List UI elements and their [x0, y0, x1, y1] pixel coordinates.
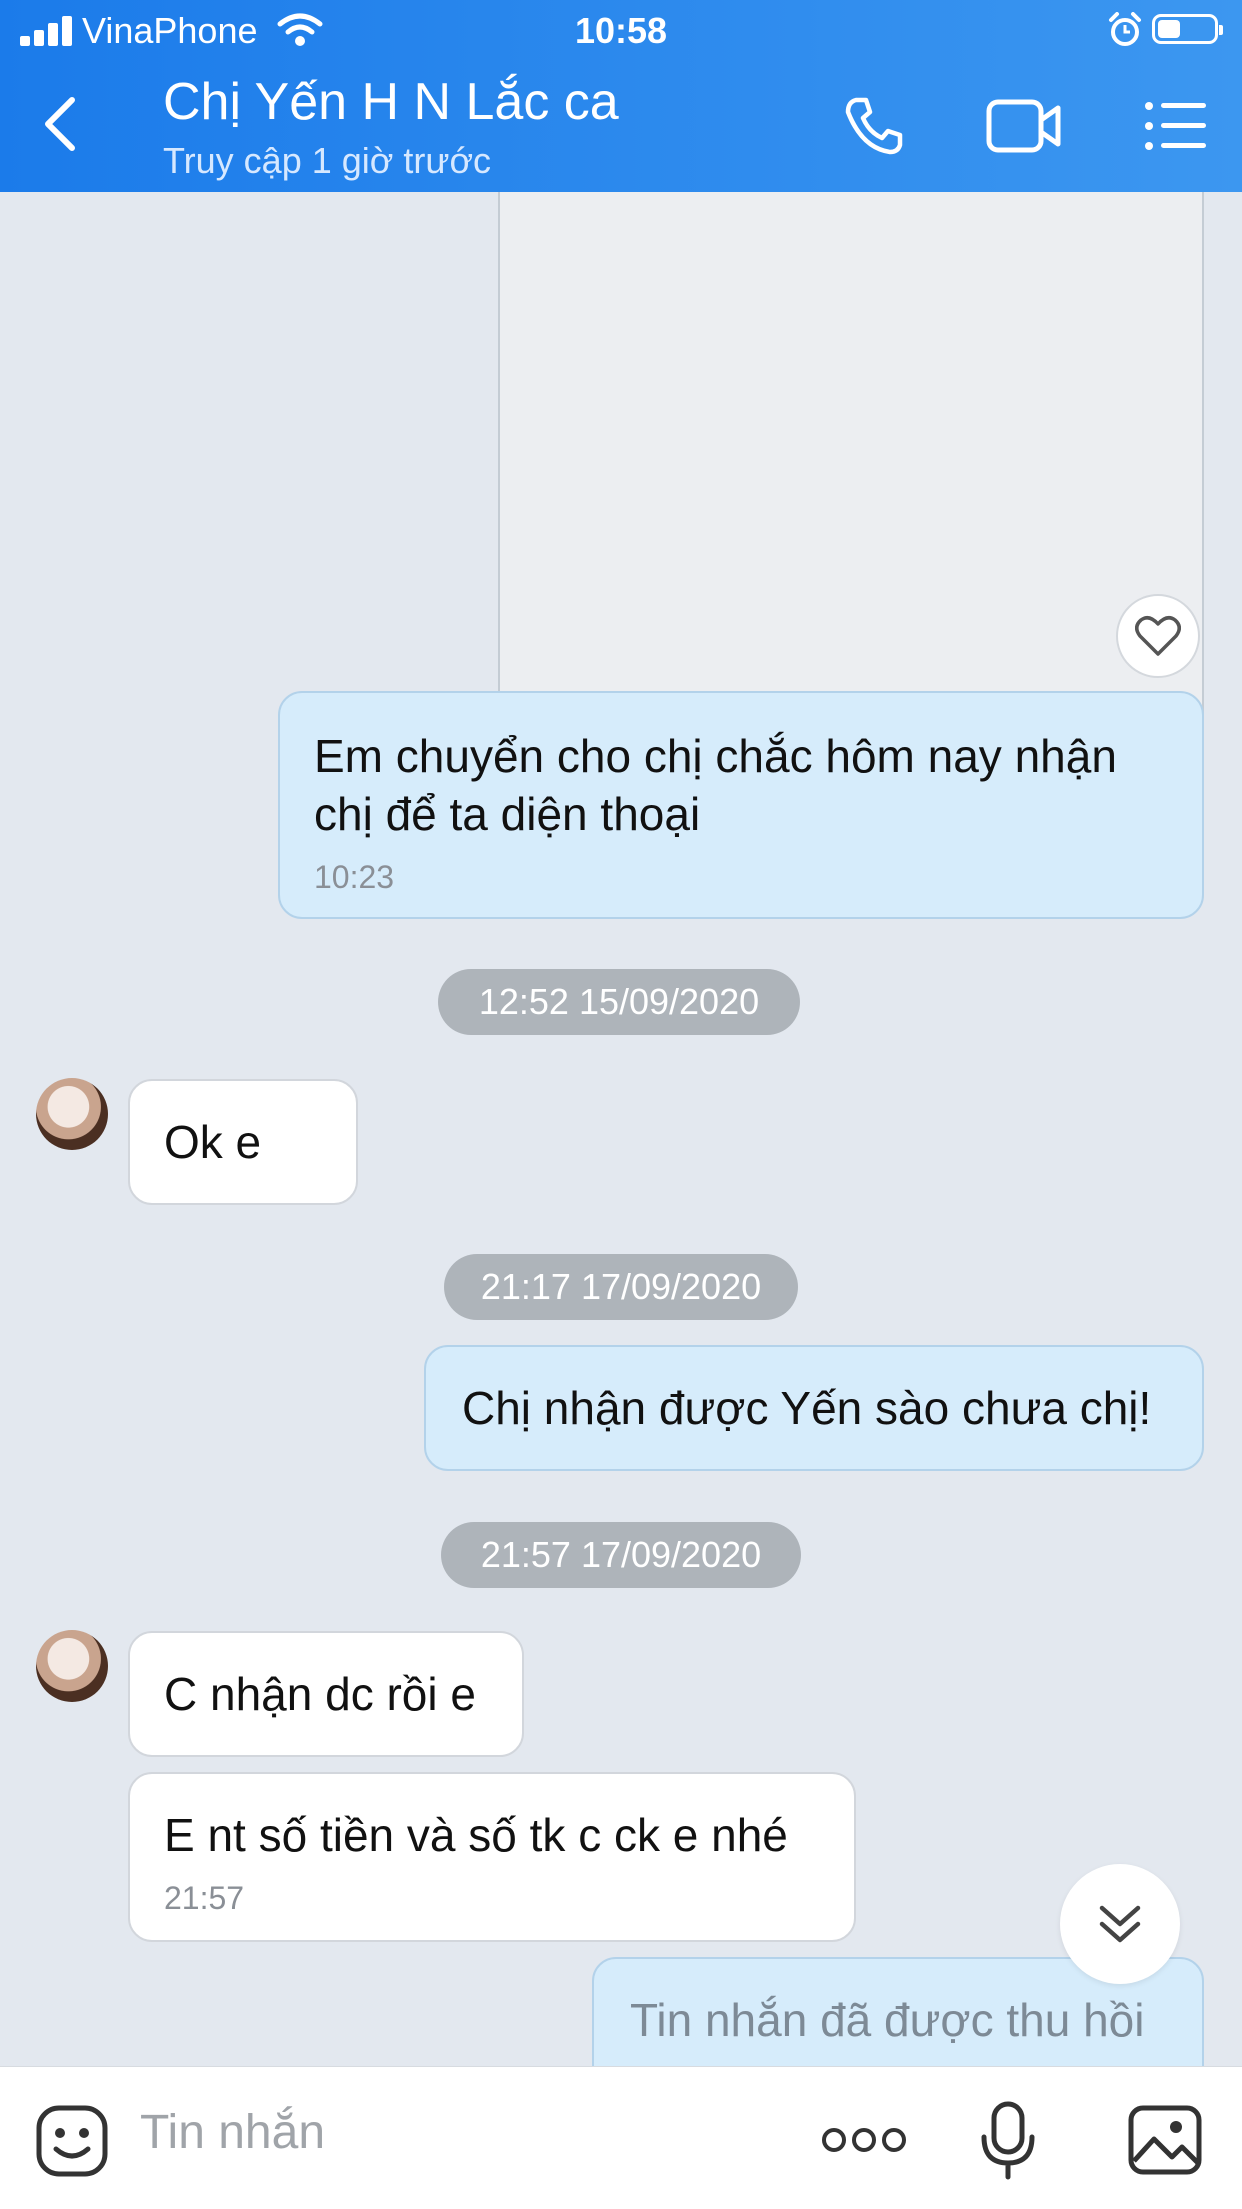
message-text: Em chuyển cho chị chắc hôm nay nhận chị … [314, 730, 1117, 840]
heart-icon[interactable] [1116, 594, 1200, 678]
avatar[interactable] [36, 1630, 108, 1702]
back-icon[interactable] [40, 96, 80, 152]
video-icon[interactable] [986, 96, 1062, 156]
battery-icon [1152, 14, 1223, 44]
phone-icon[interactable] [842, 94, 906, 158]
avatar[interactable] [36, 1078, 108, 1150]
last-active-status: Truy cập 1 giờ trước [163, 140, 492, 181]
status-time: 10:58 [574, 10, 668, 51]
menu-icon[interactable] [1144, 100, 1208, 152]
image-icon[interactable] [1128, 2105, 1202, 2175]
message-time: 21:57 [164, 1880, 245, 1916]
chat-header: VinaPhone 10:58 Chị Yến H N Lắc ca Truy … [0, 0, 1242, 192]
date-separator: 21:57 17/09/2020 [441, 1522, 801, 1588]
sent-message[interactable]: Em chuyển cho chị chắc hôm nay nhận chị … [278, 691, 1204, 919]
message-text: Ok e [164, 1116, 262, 1168]
sent-message[interactable]: Chị nhận được Yến sào chưa chị! [424, 1345, 1204, 1471]
message-text: E nt số tiền và số tk c ck e nhé [164, 1809, 788, 1861]
received-message[interactable]: Ok e [128, 1079, 358, 1205]
date-separator: 12:52 15/09/2020 [438, 969, 800, 1035]
message-input-bar: Tin nhắn [0, 2066, 1242, 2209]
message-time: 10:23 [314, 859, 395, 895]
message-text: C nhận dc rồi e [164, 1668, 476, 1720]
received-message[interactable]: E nt số tiền và số tk c ck e nhé 21:57 [128, 1772, 856, 1942]
sticker-icon[interactable] [36, 2105, 108, 2177]
received-message[interactable]: C nhận dc rồi e [128, 1631, 524, 1757]
date-separator: 21:17 17/09/2020 [444, 1254, 798, 1320]
message-input[interactable]: Tin nhắn [140, 2105, 325, 2160]
contact-name[interactable]: Chị Yến H N Lắc ca [163, 72, 619, 132]
chat-area[interactable]: Em chuyển cho chị chắc hôm nay nhận chị … [0, 192, 1242, 2066]
more-icon[interactable] [822, 2125, 906, 2155]
message-text: Tin nhắn đã được thu hồi [630, 1994, 1145, 2046]
status-bar: VinaPhone 10:58 [0, 0, 1242, 62]
alarm-icon [1109, 12, 1141, 46]
message-text: Chị nhận được Yến sào chưa chị! [462, 1382, 1152, 1434]
mic-icon[interactable] [980, 2101, 1036, 2181]
scroll-down-icon[interactable] [1060, 1864, 1180, 1984]
